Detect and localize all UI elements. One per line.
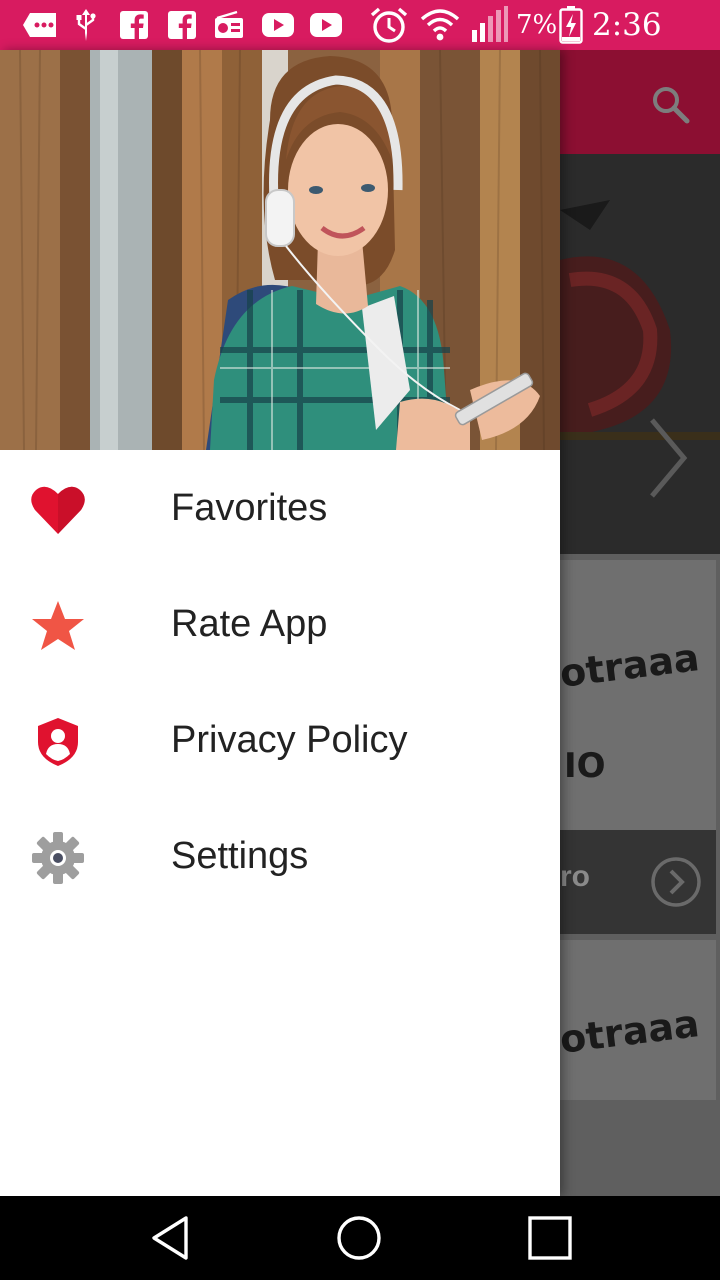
recents-icon[interactable] (522, 1210, 578, 1266)
search-icon[interactable] (650, 84, 690, 124)
arrow-circle-icon[interactable] (650, 856, 702, 908)
status-bar: 7% 2:36 PM (0, 0, 720, 93)
menu-item-label: Privacy Policy (171, 719, 408, 761)
usb-icon (72, 6, 100, 44)
youtube-icon (308, 6, 344, 44)
card-logo-text: otraaa (557, 1001, 702, 1062)
heart-icon (28, 480, 88, 540)
radio-icon (212, 6, 246, 44)
drawer-menu: Favorites Rate App Privacy Policy Settin… (0, 450, 560, 914)
battery-charging-icon (558, 6, 584, 44)
star-icon (28, 596, 88, 656)
signal-icon (468, 6, 512, 44)
menu-item-label: Favorites (171, 487, 328, 529)
youtube-icon (260, 6, 296, 44)
gear-icon (28, 828, 88, 888)
alarm-icon (368, 6, 410, 44)
message-icon (20, 6, 60, 44)
shield-user-icon (28, 712, 88, 772)
carousel-next-icon[interactable] (646, 416, 690, 500)
system-nav-bar (0, 1196, 720, 1280)
home-icon[interactable] (331, 1210, 387, 1266)
clock: 2:36 PM (592, 7, 662, 93)
navigation-drawer: Favorites Rate App Privacy Policy Settin… (0, 50, 560, 1196)
banner-art (560, 200, 720, 440)
menu-item-favorites[interactable]: Favorites (0, 450, 560, 566)
back-icon[interactable] (142, 1210, 198, 1266)
facebook-icon (118, 6, 150, 44)
menu-item-label: Settings (171, 835, 309, 877)
card-logo-sub: IO (564, 746, 606, 786)
drawer-header-image (0, 50, 560, 450)
menu-item-label: Rate App (171, 603, 328, 645)
card-button-text: ro (560, 860, 590, 893)
menu-item-privacy-policy[interactable]: Privacy Policy (0, 682, 560, 798)
wifi-icon (418, 6, 462, 44)
menu-item-rate-app[interactable]: Rate App (0, 566, 560, 682)
battery-percentage: 7% (516, 10, 558, 40)
card-logo-text: otraaa (557, 635, 702, 696)
facebook-icon (166, 6, 198, 44)
menu-item-settings[interactable]: Settings (0, 798, 560, 914)
